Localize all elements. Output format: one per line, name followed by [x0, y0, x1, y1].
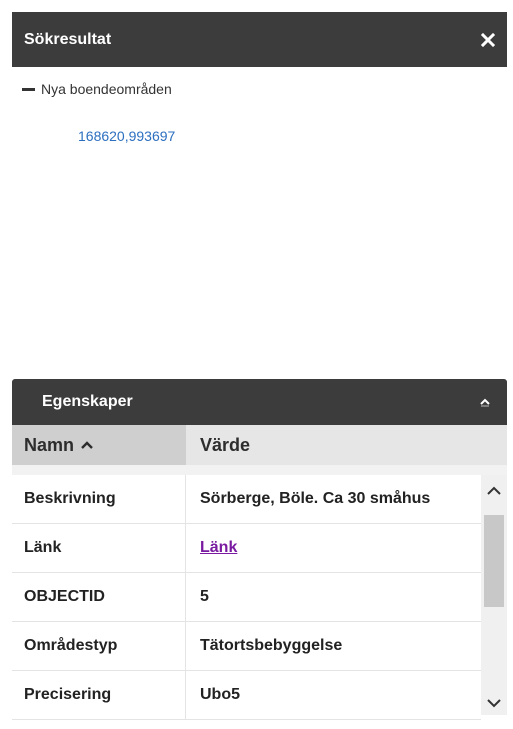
table-row: Precisering Ubo5	[12, 671, 481, 720]
sort-ascending-icon	[80, 440, 94, 450]
vertical-scrollbar[interactable]	[481, 475, 507, 715]
table-header: Namn Värde	[12, 425, 507, 475]
properties-header[interactable]: Egenskaper	[12, 379, 507, 425]
table-row: Områdestyp Tätortsbebyggelse	[12, 622, 481, 671]
cell-value: Sörberge, Böle. Ca 30 småhus	[200, 490, 431, 507]
cell-value: Tätortsbebyggelse	[200, 637, 343, 654]
column-header-name[interactable]: Namn	[12, 425, 186, 465]
column-header-value-label: Värde	[200, 434, 251, 455]
panel-title: Sökresultat	[24, 30, 112, 48]
cell-name: OBJECTID	[12, 573, 186, 621]
properties-panel: Egenskaper Namn Värde Beskrivning Sörber…	[12, 379, 507, 729]
cell-name: Beskrivning	[12, 475, 186, 523]
minus-icon[interactable]	[22, 87, 35, 91]
cell-value: Ubo5	[200, 686, 240, 703]
table-row: OBJECTID 5	[12, 573, 481, 622]
panel-header: Sökresultat	[12, 12, 507, 67]
table-body: Beskrivning Sörberge, Böle. Ca 30 småhus…	[12, 475, 481, 720]
scroll-down-icon[interactable]	[481, 691, 507, 715]
cell-value-link[interactable]: Länk	[186, 539, 481, 557]
result-item-link[interactable]: 168620,993697	[78, 128, 175, 144]
result-group-label: Nya boendeområden	[41, 81, 172, 97]
properties-title: Egenskaper	[42, 393, 133, 410]
search-results-panel: Sökresultat Nya boendeområden 168620,993…	[12, 12, 507, 729]
table-row: Länk Länk	[12, 524, 481, 573]
column-header-name-label: Namn	[24, 434, 75, 455]
scrollbar-thumb[interactable]	[484, 515, 504, 607]
table-row: Beskrivning Sörberge, Böle. Ca 30 småhus	[12, 475, 481, 524]
results-tree: Nya boendeområden 168620,993697	[12, 67, 507, 379]
result-group[interactable]: Nya boendeområden	[22, 81, 172, 97]
cell-name: Precisering	[12, 671, 186, 719]
cell-name: Områdestyp	[12, 622, 186, 670]
scroll-up-icon[interactable]	[481, 479, 507, 503]
chevron-up-icon[interactable]	[477, 394, 493, 410]
cell-name: Länk	[12, 524, 186, 572]
close-icon[interactable]	[479, 31, 497, 49]
cell-value: 5	[200, 588, 209, 605]
properties-grid: Beskrivning Sörberge, Böle. Ca 30 småhus…	[12, 475, 507, 729]
column-header-value[interactable]: Värde	[186, 425, 507, 465]
